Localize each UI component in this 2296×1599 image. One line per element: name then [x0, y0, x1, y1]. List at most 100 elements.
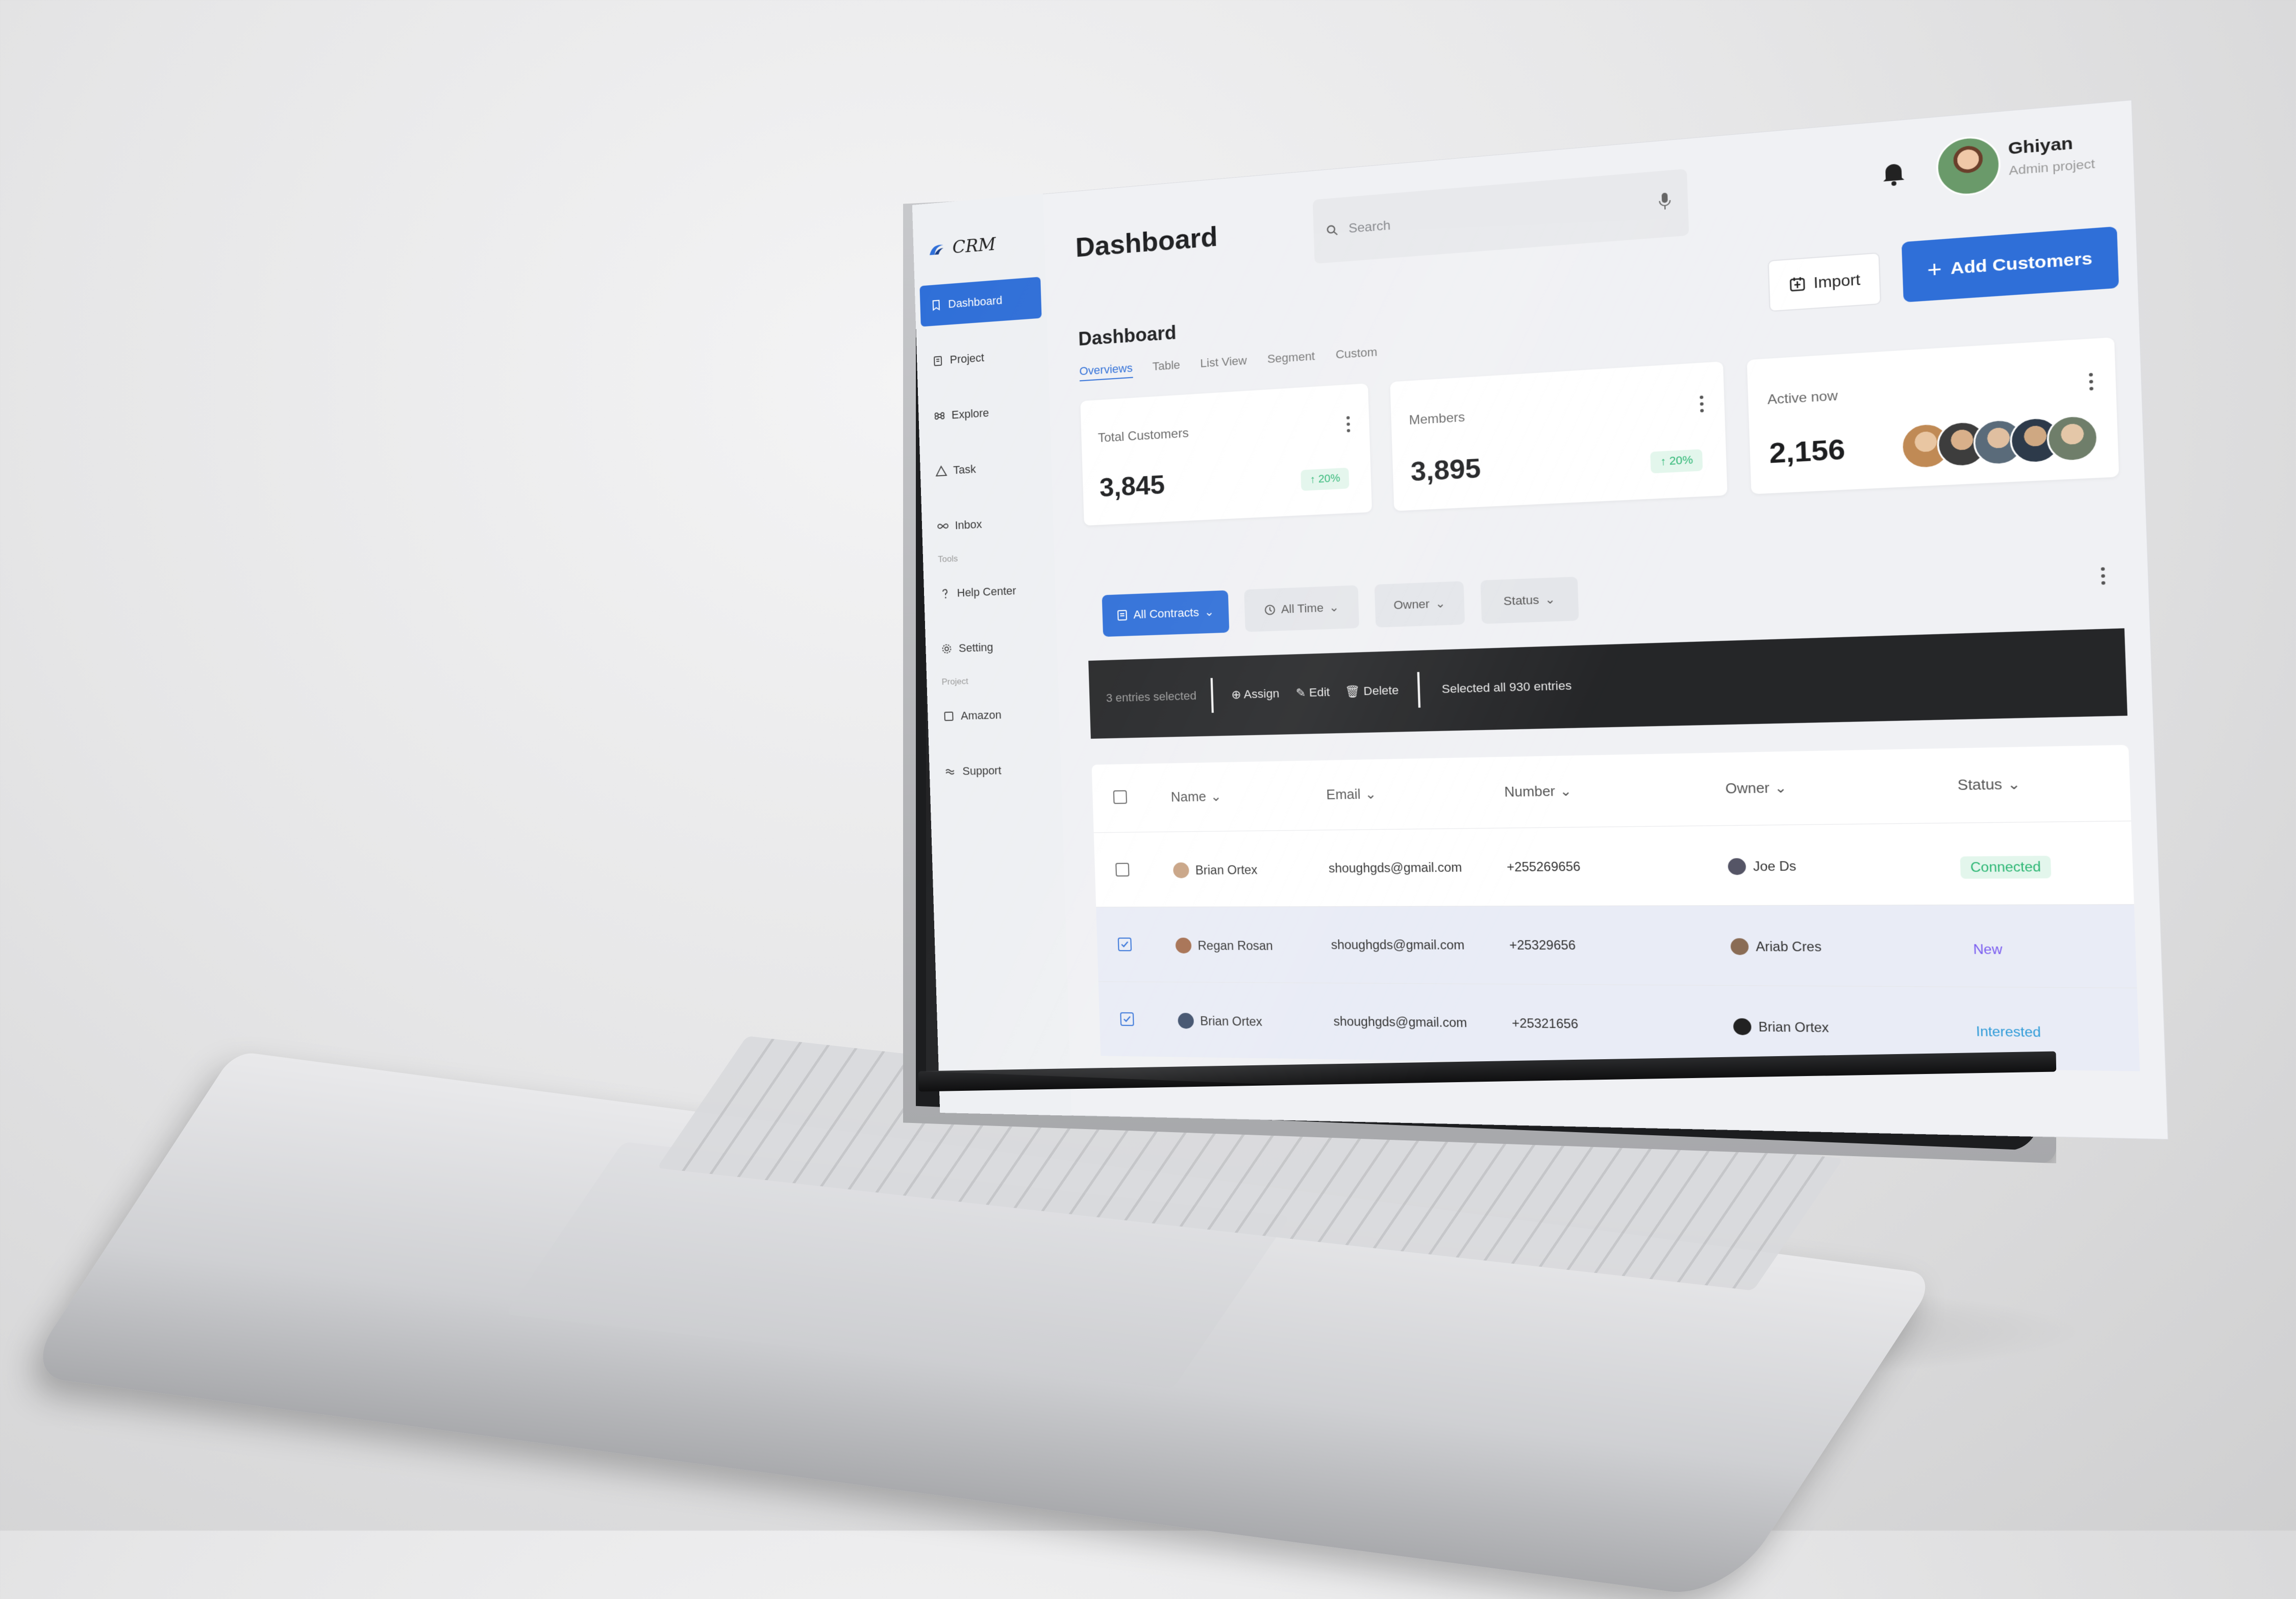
card-value: 3,895 — [1410, 453, 1482, 487]
sidebar-item-label: Help Center — [957, 584, 1017, 599]
checkbox — [1113, 790, 1128, 804]
card-value: 3,845 — [1099, 470, 1165, 503]
wave-icon — [944, 765, 957, 778]
import-button[interactable]: Import — [1767, 252, 1882, 312]
customer-number: +25321656 — [1511, 1016, 1579, 1031]
clock-icon — [1264, 604, 1276, 616]
owner-name: Brian Ortex — [1758, 1019, 1829, 1035]
filter-label: All Time — [1281, 601, 1324, 616]
avatar — [1728, 858, 1746, 875]
avatar — [1733, 1018, 1752, 1035]
column-name[interactable]: Name ⌄ — [1170, 789, 1221, 805]
edit-label: Edit — [1309, 685, 1330, 699]
logo-text: CRM — [952, 234, 996, 258]
user-avatar[interactable] — [1935, 134, 2002, 198]
avatar — [1178, 1013, 1194, 1029]
checkbox — [1115, 863, 1130, 877]
more-vertical-icon[interactable] — [2088, 372, 2094, 391]
tab-overviews[interactable]: Overviews — [1079, 361, 1133, 382]
microphone-icon[interactable] — [1658, 191, 1672, 211]
sidebar-item-project[interactable]: Project — [921, 334, 1043, 382]
sidebar-item-amazon[interactable]: Amazon — [932, 693, 1055, 737]
filter-status[interactable]: Status ⌄ — [1480, 577, 1579, 624]
add-customers-label: Add Customers — [1950, 249, 2093, 278]
select-all-link[interactable]: Selected all 930 entries — [1441, 679, 1571, 696]
tab-custom[interactable]: Custom — [1335, 345, 1378, 365]
row-checkbox[interactable] — [1120, 1012, 1134, 1026]
view-tabs: Overviews Table List View Segment Custom — [1079, 345, 1378, 382]
search-input[interactable]: Search — [1312, 168, 1689, 264]
section-title: Dashboard — [1078, 321, 1177, 350]
trash-icon: 🗑 — [1344, 684, 1364, 698]
more-vertical-icon[interactable] — [1346, 415, 1351, 433]
plus-icon: + — [1927, 257, 1942, 283]
delete-button[interactable]: 🗑 Delete — [1344, 683, 1399, 698]
avatar — [1175, 937, 1192, 954]
divider — [1417, 672, 1421, 708]
triangle-icon — [935, 465, 947, 478]
column-label: Number — [1504, 783, 1556, 800]
divider — [1210, 678, 1214, 713]
sidebar-item-label: Setting — [958, 640, 993, 655]
chevron-down-icon: ⌄ — [1544, 592, 1556, 607]
column-status[interactable]: Status ⌄ — [1957, 776, 2021, 794]
column-owner[interactable]: Owner ⌄ — [1725, 780, 1787, 797]
bookmark-icon — [930, 298, 942, 312]
more-vertical-icon[interactable] — [1699, 395, 1704, 413]
user-name: Ghiyan — [2008, 134, 2074, 159]
column-label: Status — [1957, 776, 2003, 793]
table-row[interactable]: Regan Rosan shoughgds@gmail.com +2532965… — [1096, 904, 2137, 988]
table-row[interactable]: Brian Ortex shoughgds@gmail.com +2552696… — [1093, 820, 2134, 907]
assign-button[interactable]: ⊕ Assign — [1231, 687, 1280, 702]
card-label: Total Customers — [1097, 426, 1189, 445]
column-number[interactable]: Number ⌄ — [1504, 783, 1572, 801]
column-email[interactable]: Email ⌄ — [1326, 786, 1377, 803]
filter-label: All Contracts — [1133, 606, 1200, 621]
chevron-down-icon: ⌄ — [1435, 596, 1446, 611]
check-icon — [1120, 940, 1130, 949]
import-label: Import — [1813, 271, 1861, 291]
customer-number: +255269656 — [1506, 859, 1581, 875]
user-role: Admin project — [2008, 156, 2095, 178]
chevron-down-icon: ⌄ — [1204, 605, 1214, 619]
row-checkbox[interactable] — [1117, 937, 1132, 952]
filter-all-contracts[interactable]: All Contracts ⌄ — [1102, 590, 1230, 637]
sidebar-item-inbox[interactable]: Inbox — [927, 501, 1049, 547]
chevron-down-icon: ⌄ — [1364, 786, 1377, 802]
sidebar: CRM Dashboard Project Explore Task Inbox… — [912, 193, 1072, 1116]
sidebar-item-setting[interactable]: Setting — [930, 625, 1053, 669]
question-icon — [939, 587, 951, 598]
tab-list-view[interactable]: List View — [1200, 354, 1247, 373]
row-checkbox[interactable] — [1115, 863, 1130, 877]
sidebar-item-label: Dashboard — [947, 293, 1003, 311]
status-badge: Interested — [1976, 1024, 2041, 1040]
add-customers-button[interactable]: + Add Customers — [1901, 226, 2119, 303]
sidebar-item-dashboard[interactable]: Dashboard — [919, 277, 1042, 327]
delete-label: Delete — [1363, 683, 1399, 698]
active-avatars — [1900, 414, 2100, 470]
infinity-icon — [937, 520, 949, 533]
checkbox-checked — [1117, 937, 1132, 952]
chevron-down-icon: ⌄ — [2007, 776, 2021, 793]
sidebar-item-support[interactable]: Support — [934, 749, 1056, 792]
chevron-down-icon: ⌄ — [1774, 780, 1787, 796]
search-placeholder: Search — [1348, 218, 1391, 236]
notification-bell-icon[interactable] — [1880, 159, 1907, 187]
select-all-checkbox[interactable] — [1113, 790, 1128, 804]
tab-table[interactable]: Table — [1152, 358, 1180, 377]
tab-segment[interactable]: Segment — [1267, 349, 1315, 369]
selected-count: 3 entries selected — [1106, 689, 1197, 705]
more-vertical-icon[interactable] — [2100, 566, 2106, 585]
card-members: Members 3,895 ↑ 20% — [1390, 361, 1728, 511]
logo[interactable]: CRM — [927, 234, 996, 260]
filter-all-time[interactable]: All Time ⌄ — [1244, 585, 1360, 632]
sidebar-item-help-center[interactable]: Help Center — [929, 569, 1051, 614]
sidebar-item-task[interactable]: Task — [925, 445, 1046, 491]
edit-button[interactable]: ✎ Edit — [1295, 685, 1330, 700]
status-badge: Connected — [1960, 856, 2052, 879]
sidebar-item-label: Support — [962, 764, 1002, 778]
sidebar-item-explore[interactable]: Explore — [923, 389, 1045, 437]
filter-owner[interactable]: Owner ⌄ — [1374, 581, 1465, 628]
pencil-icon: ✎ — [1295, 686, 1310, 700]
card-label: Active now — [1767, 388, 1838, 408]
